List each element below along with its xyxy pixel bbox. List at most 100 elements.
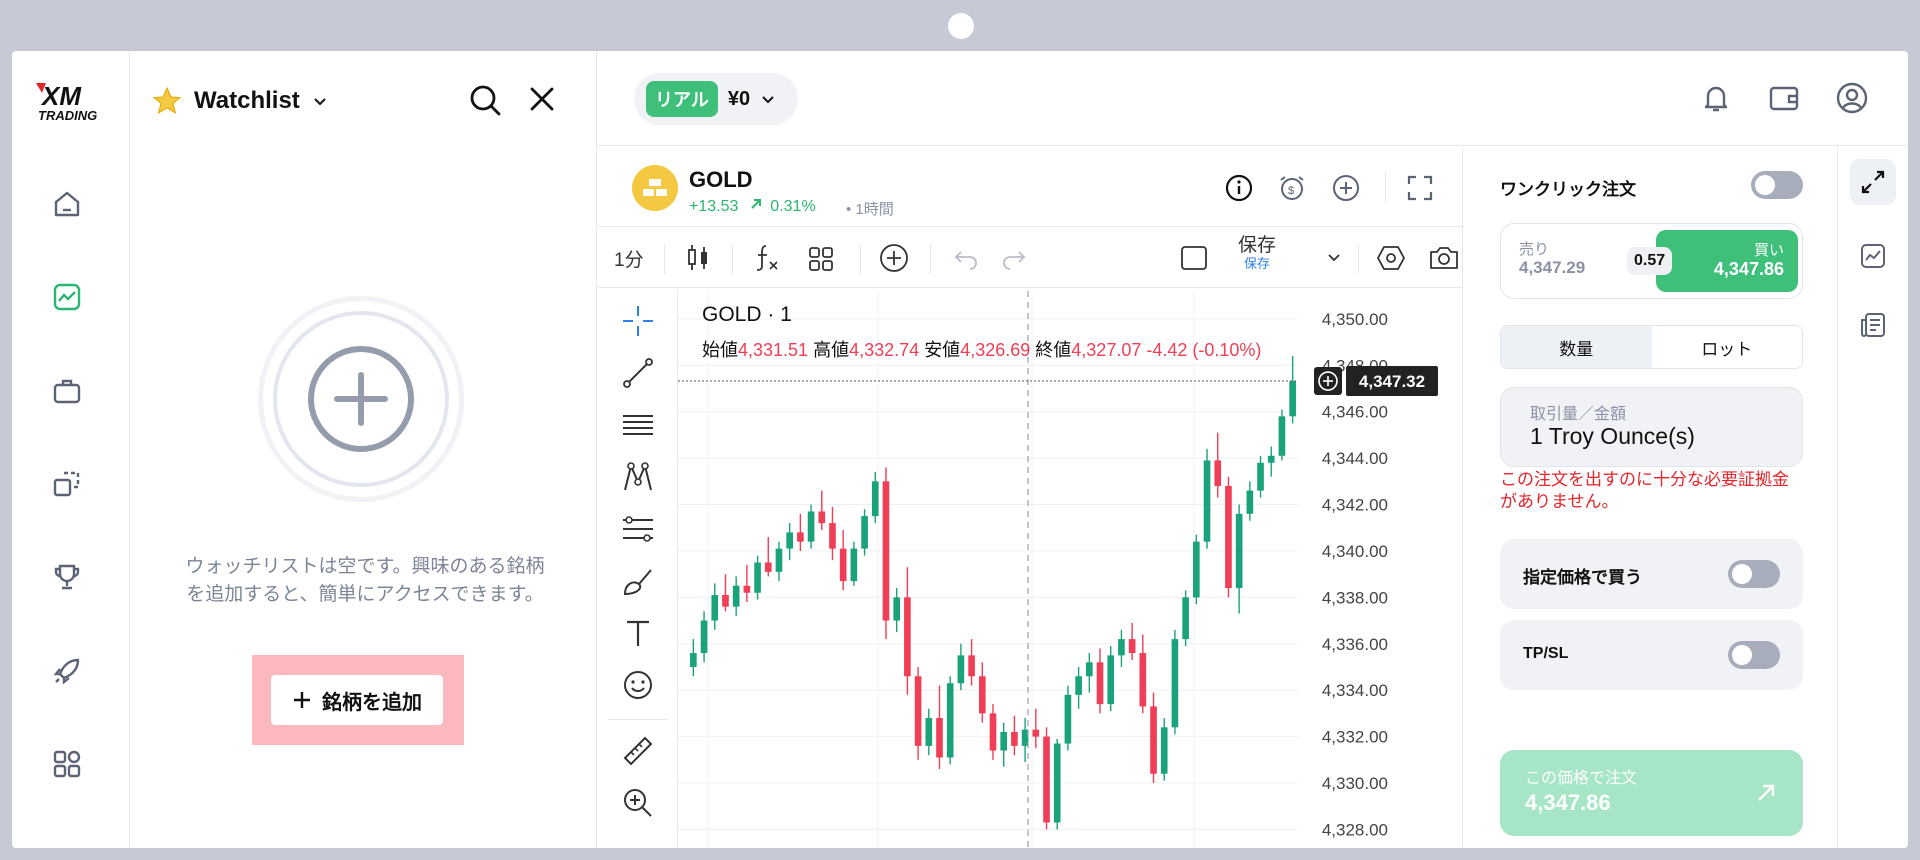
watchlist-header[interactable]: Watchlist (152, 81, 328, 121)
candle-body (861, 516, 868, 549)
brush-icon[interactable] (618, 561, 658, 601)
price-alert-icon[interactable]: $ (1277, 173, 1307, 203)
interval-selector[interactable]: 1分 (614, 242, 644, 274)
candle-body (775, 548, 783, 572)
chevron-down-icon (314, 98, 326, 106)
candle-body (764, 562, 772, 572)
news-icon[interactable] (1850, 302, 1896, 348)
arrow-up-right-icon (751, 199, 761, 209)
candle-body (786, 532, 793, 549)
chart-panel-icon[interactable] (1850, 233, 1896, 279)
xm-logo: XM TRADING (36, 81, 97, 123)
oneclick-toggle[interactable] (1751, 171, 1803, 199)
sell-price[interactable]: 4,347.29 (1519, 258, 1585, 278)
trophy-icon[interactable] (47, 557, 87, 597)
candle-body (1107, 655, 1115, 705)
symbol-timeframe: • 1時間 (846, 201, 894, 218)
candle-body (978, 676, 986, 714)
undo-icon[interactable] (952, 242, 980, 274)
candle-body (711, 595, 719, 621)
limit-order-row: 指定価格で買う (1500, 539, 1803, 609)
candle-body (722, 595, 729, 607)
fib-icon[interactable] (618, 509, 658, 549)
app-window: XM TRADING Watchlist ウォッチリストは空です。興味のある銘柄… (12, 51, 1908, 848)
tab-lot[interactable]: ロット (1652, 326, 1803, 368)
compare-add-icon[interactable] (878, 242, 910, 274)
fullscreen-icon[interactable] (1405, 173, 1435, 203)
submit-label: この価格で注文 (1525, 770, 1638, 787)
candle-body (1246, 490, 1254, 514)
candle-body (829, 523, 836, 549)
redo-icon[interactable] (1000, 242, 1028, 274)
pattern-icon[interactable] (618, 457, 658, 497)
y-tick-label: 4,338.00 (1322, 588, 1388, 607)
bell-icon[interactable] (1699, 81, 1733, 115)
current-price-label: 4,347.32 (1359, 372, 1425, 391)
candle-body (839, 548, 847, 582)
add-highlight: 銘柄を追加 (252, 655, 464, 745)
buy-button[interactable]: 買い 4,347.86 (1656, 230, 1798, 292)
wallet-icon[interactable] (1767, 81, 1801, 115)
candle-body (690, 653, 697, 667)
user-icon[interactable] (1835, 81, 1869, 115)
layout-grid-icon[interactable] (806, 242, 836, 274)
y-tick-label: 4,344.00 (1322, 449, 1388, 468)
buy-price: 4,347.86 (1713, 259, 1784, 279)
checkbox-icon[interactable] (1180, 242, 1208, 274)
save-label: 保存 (1238, 235, 1277, 256)
candle-body (1032, 729, 1040, 737)
trend-line-icon[interactable] (618, 353, 658, 393)
price-chart[interactable]: 4,350.00 4,348.00 4,346.00 4,344.00 4,342.00… (678, 291, 1462, 848)
candle-body (1267, 455, 1275, 463)
copy-trading-icon[interactable] (47, 464, 87, 504)
candle-body (1075, 676, 1082, 695)
plus-circle-icon (308, 346, 414, 452)
collapse-icon[interactable] (1850, 159, 1896, 205)
margin-error: この注文を出すのに十分な必要証拠金がありません。 (1500, 470, 1789, 511)
candle-type-icon[interactable] (684, 242, 712, 274)
candle-body (1235, 513, 1243, 589)
portfolio-icon[interactable] (47, 371, 87, 411)
tab-quantity[interactable]: 数量 (1501, 326, 1652, 368)
emoji-icon[interactable] (618, 665, 658, 705)
ohlc-legend: 始値4,331.51 高値4,332.74 安値4,326.69 終値4,327… (702, 340, 1262, 360)
account-selector[interactable]: リアル ¥0 (634, 73, 798, 125)
top-bar: リアル ¥0 (597, 51, 1908, 146)
candle-body (904, 597, 911, 677)
chart-nav-icon[interactable] (47, 277, 87, 317)
info-icon[interactable] (1224, 173, 1254, 203)
home-icon[interactable] (47, 184, 87, 224)
add-symbol-button[interactable]: 銘柄を追加 (271, 675, 443, 725)
crosshair-icon[interactable] (618, 301, 658, 341)
zoom-in-icon[interactable] (618, 783, 658, 823)
add-circle-icon[interactable] (1331, 173, 1361, 203)
limit-label: 指定価格で買う (1523, 568, 1642, 587)
search-icon[interactable] (468, 83, 502, 117)
watchlist-title: Watchlist (194, 87, 300, 114)
camera-icon[interactable] (1428, 242, 1460, 274)
tpsl-toggle[interactable] (1728, 641, 1780, 669)
candle-body (754, 562, 761, 593)
left-nav: XM TRADING (12, 51, 130, 848)
chart-toolbar: 1分 保存 保存 (598, 228, 1462, 288)
text-icon[interactable] (618, 613, 658, 653)
place-order-button[interactable]: この価格で注文 4,347.86 (1500, 750, 1803, 836)
amount-field[interactable]: 取引量／金額 1 Troy Ounce(s) (1500, 387, 1803, 467)
indicators-icon[interactable] (752, 242, 782, 274)
save-button[interactable]: 保存 保存 (1238, 235, 1277, 272)
separator (1385, 171, 1386, 203)
candle-body (1182, 597, 1189, 640)
rocket-icon[interactable] (47, 651, 87, 691)
candle-body (797, 532, 804, 542)
limit-toggle[interactable] (1728, 560, 1780, 588)
horizontal-lines-icon[interactable] (618, 405, 658, 445)
chart-title: GOLD · 1 (702, 303, 792, 326)
ruler-icon[interactable] (618, 731, 658, 771)
chart-svg[interactable]: 4,350.004,348.004,346.004,344.004,342.00… (678, 291, 1462, 848)
candle-body (1225, 485, 1232, 589)
apps-icon[interactable] (47, 744, 87, 784)
amount-value: 1 Troy Ounce(s) (1530, 423, 1695, 449)
close-icon[interactable] (528, 85, 556, 113)
chevron-down-icon[interactable] (1326, 242, 1342, 274)
settings-hex-icon[interactable] (1376, 242, 1406, 274)
